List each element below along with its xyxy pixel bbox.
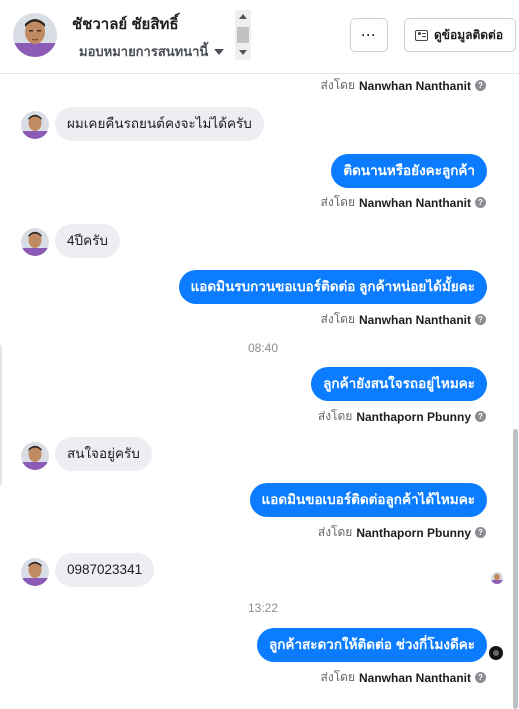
chat-window: ชัชวาลย์ ชัยสิทธิ์ มอบหมายการสนทนานี้ ··… [0,0,519,709]
agent-name: Nanwhan Nanthanit [358,312,471,327]
scroll-down-icon[interactable] [239,50,247,55]
help-icon[interactable]: ? [475,197,486,208]
scroll-up-icon[interactable] [239,14,247,19]
pane-divider [0,345,2,485]
agent-name: Nanthaporn Pbunny [356,525,471,540]
view-contact-info-label: ดูข้อมูลติดต่อ [434,27,504,42]
more-options-button[interactable]: ··· [350,18,388,52]
contact-card-icon [415,29,428,41]
help-icon[interactable]: ? [475,80,486,91]
contact-name: ชัชวาลย์ ชัยสิทธิ์ [72,16,179,33]
sent-by-line: ส่งโดย Nanwhan Nanthanit ? [321,193,486,212]
view-contact-info-button[interactable]: ดูข้อมูลติดต่อ [404,18,516,52]
timestamp-divider: 08:40 [248,341,279,355]
help-icon[interactable]: ? [475,411,486,422]
timestamp-divider: 13:22 [248,601,279,615]
incoming-message-bubble[interactable]: 0987023341 [55,553,155,587]
sent-by-line: ส่งโดย Nanthaporn Pbunny ? [318,407,486,426]
sent-by-prefix: ส่งโดย [317,409,353,423]
thread-scroll-thumb[interactable] [513,429,518,709]
agent-name: Nanthaporn Pbunny [356,409,471,424]
more-icon: ··· [361,28,377,42]
sent-by-line: ส่งโดย Nanwhan Nanthanit ? [321,668,486,687]
sent-by-prefix: ส่งโดย [317,525,353,539]
contact-avatar[interactable] [13,13,57,57]
sent-by-prefix: ส่งโดย [320,312,355,326]
assign-label: มอบหมายการสนทนานี้ [79,44,209,59]
sent-by-line: ส่งโดย Nanwhan Nanthanit ? [321,76,486,95]
sent-by-line: ส่งโดย Nanthaporn Pbunny ? [318,523,486,542]
sent-by-line: ส่งโดย Nanwhan Nanthanit ? [321,310,486,329]
incoming-message-bubble[interactable]: สนใจอยู่ครับ [55,437,152,471]
sent-by-prefix: ส่งโดย [320,195,355,209]
outgoing-message-bubble[interactable]: แอดมินขอเบอร์ติดต่อลูกค้าได้ไหมคะ [249,483,487,517]
read-receipt-avatar [491,572,503,584]
thread-scrollbar[interactable] [512,74,519,709]
outgoing-message-bubble[interactable]: ลูกค้าสะดวกให้ติดต่อ ช่วงกี่โมงดีคะ [256,628,487,662]
conversation-header: ชัชวาลย์ ชัยสิทธิ์ มอบหมายการสนทนานี้ ··… [0,0,519,74]
outgoing-message-bubble[interactable]: ลูกค้ายังสนใจรถอยู่ไหมคะ [311,367,487,401]
help-icon[interactable]: ? [475,527,486,538]
caret-down-icon [214,48,225,55]
assign-list-scrollbar[interactable] [235,10,251,60]
seen-indicator-icon [489,646,503,660]
help-icon[interactable]: ? [475,672,486,683]
agent-name: Nanwhan Nanthanit [358,78,471,93]
assign-conversation-dropdown[interactable]: มอบหมายการสนทนานี้ [79,41,225,62]
contact-avatar-small [21,442,49,470]
contact-avatar-small [21,558,49,586]
scroll-thumb[interactable] [237,27,249,43]
agent-name: Nanwhan Nanthanit [358,195,471,210]
contact-avatar-small [21,228,49,256]
incoming-message-bubble[interactable]: ผมเคยคืนรถยนต์คงจะไม่ได้ครับ [55,107,264,141]
outgoing-message-bubble[interactable]: ติดนานหรือยังคะลูกค้า [331,154,487,188]
sent-by-prefix: ส่งโดย [320,78,355,92]
help-icon[interactable]: ? [475,314,486,325]
outgoing-message-bubble[interactable]: แอดมินรบกวนขอเบอร์ติดต่อ ลูกค้าหน่อยได้ม… [178,270,487,304]
sent-by-prefix: ส่งโดย [320,670,355,684]
incoming-message-bubble[interactable]: 4ปีครับ [55,224,120,258]
agent-name: Nanwhan Nanthanit [358,670,471,685]
contact-avatar-small [21,111,49,139]
